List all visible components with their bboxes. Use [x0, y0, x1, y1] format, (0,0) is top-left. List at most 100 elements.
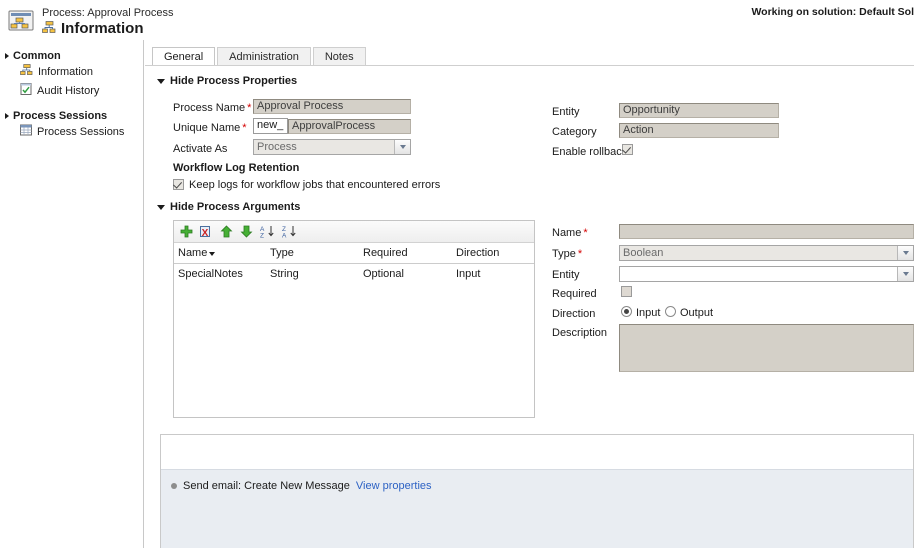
process-editor-window: Process: Approval Process Information Wo… — [0, 0, 914, 548]
process-name-input[interactable]: Approval Process — [253, 99, 411, 114]
process-diagram-icon — [8, 10, 34, 32]
grid-header-type[interactable]: Type — [266, 247, 359, 259]
tab-general[interactable]: General — [152, 47, 216, 66]
left-navigation-sidebar: Common Information Audit History Process… — [0, 40, 144, 548]
activate-as-label: Activate As — [173, 143, 227, 155]
table-row[interactable]: SpecialNotes String Optional Input — [174, 264, 534, 284]
unique-name-prefix-input[interactable]: new_ — [253, 118, 288, 134]
sidebar-group-common[interactable]: Common — [0, 50, 143, 62]
label-text: Unique Name — [173, 122, 241, 134]
section-toggle-process-properties[interactable]: Hide Process Properties — [157, 75, 297, 87]
direction-input-label: Input — [636, 307, 661, 319]
argument-entity-select[interactable] — [619, 266, 914, 282]
main-content-area: General Administration Notes Hide Proces… — [145, 40, 914, 548]
log-retention-heading: Workflow Log Retention — [173, 162, 300, 174]
grid-header-required[interactable]: Required — [359, 247, 452, 259]
sort-descending-icon[interactable]: Z A — [282, 225, 297, 240]
label-text: Category — [552, 126, 597, 138]
category-label: Category — [552, 126, 597, 138]
category-input[interactable]: Action — [619, 123, 779, 138]
move-up-icon[interactable] — [220, 225, 233, 238]
argument-required-checkbox[interactable] — [621, 286, 632, 297]
tab-underline — [145, 65, 914, 66]
sidebar-group-label: Process Sessions — [13, 110, 108, 122]
sidebar-item-label: Audit History — [37, 84, 100, 97]
grid-toolbar: X A Z Z A — [174, 221, 534, 243]
svg-text:Z: Z — [260, 233, 264, 239]
keep-logs-checkbox[interactable] — [173, 179, 184, 190]
label-text: Name — [552, 227, 582, 239]
sort-ascending-icon[interactable]: A Z — [260, 225, 275, 240]
grid-header-name[interactable]: Name — [174, 247, 266, 259]
argument-description-textarea[interactable] — [619, 324, 914, 372]
list-item[interactable]: Send email: Create New Message View prop… — [171, 480, 432, 492]
label-text: Enable rollback — [552, 146, 628, 158]
section-toggle-process-arguments[interactable]: Hide Process Arguments — [157, 201, 300, 213]
enable-rollback-checkbox[interactable] — [622, 144, 633, 155]
unique-name-input[interactable]: ApprovalProcess — [288, 119, 411, 134]
step-bullet-icon — [171, 483, 177, 489]
sidebar-item-audit-history[interactable]: Audit History — [0, 81, 143, 100]
sidebar-item-label: Information — [38, 65, 94, 78]
process-node-icon — [42, 20, 56, 37]
label-text: Direction — [552, 308, 596, 320]
svg-text:A: A — [282, 233, 287, 239]
view-properties-link[interactable]: View properties — [356, 480, 432, 492]
argument-name-label: Name * — [552, 227, 588, 239]
process-steps-panel: Send email: Create New Message View prop… — [160, 434, 914, 548]
activate-as-select[interactable]: Process — [253, 139, 411, 155]
chevron-down-icon[interactable] — [897, 267, 913, 281]
move-down-icon[interactable] — [240, 225, 253, 238]
argument-type-select[interactable]: Boolean — [619, 245, 914, 261]
steps-list: Send email: Create New Message View prop… — [161, 469, 913, 548]
enable-rollback-label: Enable rollback — [552, 146, 627, 158]
label-text: Activate As — [173, 143, 228, 155]
svg-text:X: X — [202, 228, 209, 238]
tab-notes[interactable]: Notes — [312, 47, 366, 66]
argument-name-input[interactable] — [619, 224, 914, 239]
required-asterisk: * — [583, 227, 588, 239]
chevron-down-icon[interactable] — [394, 140, 410, 154]
collapse-caret-icon — [157, 78, 165, 84]
sidebar-item-process-sessions[interactable]: Process Sessions — [0, 122, 143, 141]
required-asterisk: * — [247, 102, 252, 114]
argument-direction-label: Direction — [552, 308, 595, 320]
expand-triangle-icon — [5, 53, 9, 59]
grid-header-direction[interactable]: Direction — [452, 247, 532, 259]
direction-output-label: Output — [680, 307, 714, 319]
cell-name: SpecialNotes — [178, 268, 243, 280]
required-asterisk: * — [577, 248, 583, 260]
activate-as-value: Process — [257, 141, 297, 153]
tab-strip: General Administration Notes — [152, 46, 368, 66]
process-node-icon — [20, 64, 33, 79]
grid-table-icon — [20, 124, 32, 139]
entity-input[interactable]: Opportunity — [619, 103, 779, 118]
add-argument-icon[interactable] — [180, 225, 193, 238]
label-text: Entity — [552, 106, 580, 118]
sidebar-group-process-sessions[interactable]: Process Sessions — [0, 110, 143, 122]
delete-argument-icon[interactable]: X — [200, 225, 213, 239]
label-text: Process Name — [173, 102, 246, 114]
grid-header-row: Name Type Required Direction — [174, 243, 534, 264]
grid-header-label: Name — [178, 247, 208, 259]
section-label: Hide Process Arguments — [170, 201, 301, 213]
direction-radio-input[interactable] — [621, 306, 632, 317]
process-name-label: Process Name * — [173, 102, 251, 114]
keep-logs-label: Keep logs for workflow jobs that encount… — [189, 179, 441, 191]
cell-direction: Input — [456, 268, 481, 280]
label-text: Description — [552, 327, 608, 339]
argument-required-label: Required — [552, 288, 597, 300]
cell-type: String — [270, 268, 299, 280]
page-title: Information — [61, 20, 144, 37]
sidebar-group-label: Common — [13, 50, 61, 62]
tab-administration[interactable]: Administration — [217, 47, 311, 66]
label-text: Entity — [552, 269, 580, 281]
step-description: Send email: Create New Message — [183, 480, 350, 492]
direction-radio-output[interactable] — [665, 306, 676, 317]
audit-document-icon — [20, 83, 32, 98]
section-label: Hide Process Properties — [170, 75, 298, 87]
unique-name-label: Unique Name * — [173, 122, 247, 134]
sidebar-item-information[interactable]: Information — [0, 62, 143, 81]
label-text: Required — [552, 288, 597, 300]
chevron-down-icon[interactable] — [897, 246, 913, 260]
